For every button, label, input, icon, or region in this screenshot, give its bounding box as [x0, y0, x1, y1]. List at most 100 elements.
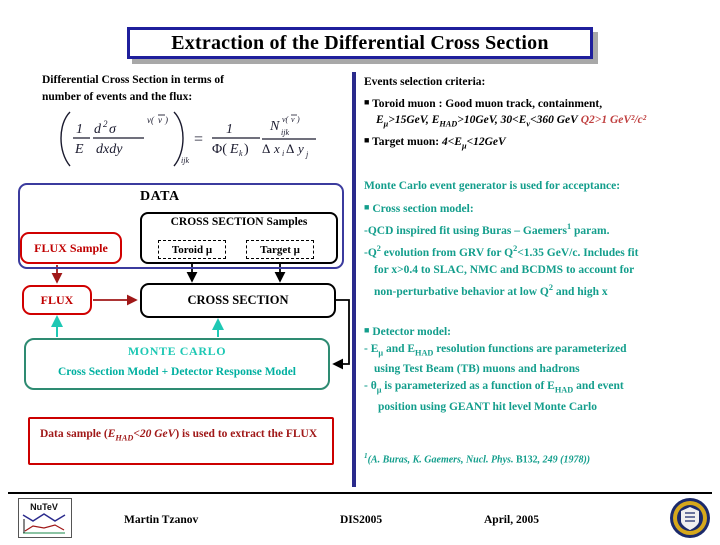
- mc-line-4a: non-perturbative behavior at low Q: [374, 285, 549, 298]
- selection-bullet-1-text: Toroid muon : Good muon track, containme…: [372, 98, 603, 110]
- left-heading-line1: Differential Cross Section in terms of: [42, 74, 224, 86]
- enu-cut: <360 GeV: [530, 114, 578, 126]
- mc-bullet-1-text: Cross section model:: [372, 203, 474, 215]
- svg-text:x: x: [273, 141, 280, 156]
- mc-line-2b: evolution from GRV for Q: [380, 246, 514, 259]
- left-heading-line2: number of events and the flux:: [42, 91, 193, 103]
- svg-text:σ: σ: [109, 122, 117, 137]
- svg-text:): ): [296, 115, 300, 124]
- target-muon-box: Target μ: [246, 240, 314, 259]
- column-divider: [352, 72, 356, 487]
- mc-line-1-text: -QCD inspired fit using Buras – Gaemers: [364, 224, 567, 237]
- detector-model-block: ■ Detector model: - Eμ and EHAD resoluti…: [364, 322, 714, 416]
- det-line1b-sub: HAD: [415, 348, 434, 358]
- reference-text-a: (A. Buras, K. Gaemers, Nucl. Phys.: [367, 454, 516, 466]
- detector-line-2: using Test Beam (TB) muons and hadrons: [374, 363, 580, 376]
- monte-carlo-title: MONTE CARLO: [127, 344, 227, 358]
- toroid-muon-box: Toroid μ: [158, 240, 226, 259]
- data-sample-part6: the FLUX: [267, 428, 318, 440]
- svg-text:dxdy: dxdy: [96, 142, 123, 157]
- mc-line-3: for x>0.4 to SLAC, NMC and BCDMS to acco…: [374, 263, 635, 276]
- svg-text:1: 1: [226, 122, 233, 137]
- svg-text:ijk: ijk: [181, 156, 189, 165]
- page-title: Extraction of the Differential Cross Sec…: [171, 31, 549, 54]
- svg-text:E: E: [74, 142, 84, 157]
- svg-text:k: k: [239, 149, 243, 158]
- flux-sample-label: FLUX Sample: [34, 240, 108, 255]
- svg-text:=: =: [194, 131, 203, 148]
- svg-text:): ): [164, 115, 168, 125]
- footer-conference: DIS2005: [340, 514, 383, 526]
- svg-text:NuTeV: NuTeV: [30, 502, 58, 512]
- bullet-square-icon-2: ■: [364, 135, 370, 146]
- bullet-square-icon-3: ■: [364, 202, 370, 212]
- slide-title-box: Extraction of the Differential Cross Sec…: [127, 27, 593, 59]
- target-emu-a: 4<E: [441, 136, 462, 149]
- ehad-sub: HAD: [439, 119, 458, 129]
- data-sample-note-box: Data sample (EHAD<20 GeV) is used to ext…: [28, 417, 334, 465]
- target-emu-b: <12GeV: [466, 136, 506, 149]
- det-line1b: and E: [383, 343, 416, 355]
- selection-bullet-2-text: Target muon:: [372, 136, 442, 149]
- detector-line-1: - Eμ and EHAD resolution functions are p…: [364, 341, 714, 361]
- det-line1c: resolution functions are parameterized: [433, 343, 627, 355]
- det-line1a: - E: [364, 343, 379, 355]
- data-sample-note-text: Data sample (EHAD<20 GeV) is used to ext…: [40, 425, 322, 447]
- flux-sample-box: FLUX Sample: [20, 232, 122, 264]
- svg-text:ν(: ν(: [147, 115, 155, 125]
- data-group-label: DATA: [140, 189, 180, 204]
- q2-cut-red: Q2>1 GeV²/c²: [580, 114, 647, 126]
- bullet-square-icon-4: ■: [364, 325, 370, 335]
- cross-section-box: CROSS SECTION: [140, 283, 336, 318]
- mc-line-2: -Q2 evolution from GRV for Q2<1.35 GeV/c…: [364, 240, 714, 262]
- svg-text:ijk: ijk: [281, 128, 289, 137]
- monte-carlo-subtitle: Cross Section Model + Detector Response …: [57, 366, 296, 378]
- svg-text:Φ(: Φ(: [212, 142, 227, 157]
- svg-text:): ): [244, 142, 249, 157]
- svg-text:i: i: [282, 149, 284, 158]
- mc-bullet-1: ■ Cross section model:: [364, 199, 714, 218]
- selection-bullet-1: ■ Toroid muon : Good muon track, contain…: [364, 94, 714, 112]
- svg-text:E: E: [229, 142, 239, 157]
- mc-line-1: -QCD inspired fit using Buras – Gaemers1…: [364, 218, 714, 240]
- cross-section-label: CROSS SECTION: [187, 293, 289, 307]
- emu-cut: >15GeV,: [388, 114, 432, 126]
- flux-label: FLUX: [40, 292, 74, 307]
- university-seal-icon: [668, 496, 712, 540]
- reference-volume: B132: [515, 454, 538, 466]
- mc-line-2c: <1.35 GeV/c. Includes fit: [517, 246, 639, 259]
- selection-bullet-2: ■ Target muon: 4<Eμ<12GeV: [364, 132, 714, 154]
- reference-text-b: , 249 (1978)): [537, 454, 591, 466]
- emu-symbol: E: [376, 114, 384, 126]
- ehad-cut: >10GeV, 30<: [457, 114, 519, 126]
- data-sample-part1: Data sample (: [40, 428, 108, 440]
- data-sample-ehad-sub: HAD: [115, 433, 134, 443]
- mc-heading: Monte Carlo event generator is used for …: [364, 180, 621, 192]
- events-selection-block: Events selection criteria: ■ Toroid muon…: [364, 76, 714, 155]
- svg-text:Δ: Δ: [286, 141, 294, 156]
- footer-divider: [8, 492, 712, 494]
- events-selection-heading: Events selection criteria:: [364, 76, 486, 88]
- left-heading: Differential Cross Section in terms of n…: [42, 72, 342, 106]
- det-line3b-sub: HAD: [554, 385, 574, 395]
- mc-line-2a: -Q: [364, 246, 377, 259]
- svg-text:ν(: ν(: [282, 115, 290, 124]
- svg-text:ν: ν: [291, 115, 295, 124]
- svg-text:d: d: [94, 122, 102, 137]
- svg-text:y: y: [296, 141, 304, 156]
- slide-root: Extraction of the Differential Cross Sec…: [0, 0, 720, 540]
- footer-author: Martin Tzanov: [124, 514, 199, 526]
- detector-line-3: - θμ is parameterized as a function of E…: [364, 378, 714, 398]
- det-line3b: is parameterized as a function of E: [381, 380, 555, 393]
- svg-text:N: N: [269, 119, 280, 134]
- footer-date: April, 2005: [484, 514, 539, 526]
- bullet-square-icon: ■: [364, 97, 370, 107]
- detector-bullet-text: Detector model:: [372, 326, 451, 338]
- svg-text:j: j: [305, 150, 309, 159]
- flux-box: FLUX: [22, 285, 92, 315]
- detector-bullet: ■ Detector model:: [364, 322, 714, 341]
- nutev-logo: NuTeV: [18, 498, 72, 538]
- svg-text:ν: ν: [158, 115, 162, 125]
- detector-line-4: position using GEANT hit level Monte Car…: [378, 400, 597, 413]
- svg-text:Δ: Δ: [262, 141, 270, 156]
